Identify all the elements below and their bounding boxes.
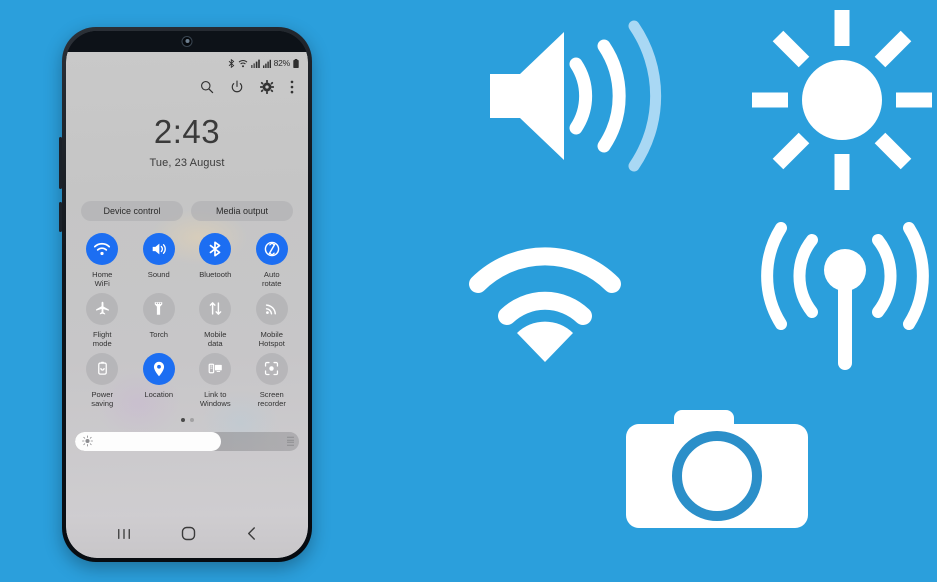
- tile-icon-wrap: [255, 352, 288, 385]
- tile-label: Home WiFi: [92, 270, 113, 289]
- tile-mobile-hotspot[interactable]: Mobile Hotspot: [244, 292, 301, 349]
- tile-label: Flight mode: [92, 329, 112, 349]
- tile-screen-recorder[interactable]: Screen recorder: [244, 352, 301, 409]
- page-dot-2[interactable]: [189, 417, 194, 422]
- tile-label: Torch: [149, 329, 169, 339]
- clock-block[interactable]: 2:43 Tue, 23 August: [66, 115, 308, 169]
- tile-icon-wrap: [255, 233, 288, 265]
- front-camera-icon: [181, 36, 193, 47]
- tile-icon-wrap: [199, 292, 232, 325]
- navigation-bar: [66, 515, 308, 558]
- tile-label: Bluetooth: [199, 270, 232, 279]
- battery-icon: [293, 58, 299, 68]
- airplane-icon: [95, 302, 109, 316]
- phone-bezel-top: [66, 31, 308, 52]
- home-circle-icon: [181, 526, 196, 541]
- data-arrows-icon: [209, 302, 222, 316]
- battery-percent-label: 82%: [273, 58, 291, 68]
- tile-home-wifi[interactable]: Home WiFi: [74, 233, 131, 289]
- tile-label: Sound: [147, 270, 170, 279]
- tile-icon-wrap: [199, 233, 232, 265]
- tile-sound[interactable]: Sound: [131, 233, 188, 289]
- clock-time: 2:43: [153, 113, 221, 150]
- quick-settings-panel: 82% 2:43 Tue, 23 August Device control M…: [66, 52, 308, 515]
- power-icon[interactable]: [230, 79, 244, 94]
- device-control-button[interactable]: Device control: [81, 201, 183, 221]
- tile-icon-wrap: [142, 352, 175, 385]
- tile-label: Location: [144, 389, 174, 399]
- tile-icon-wrap: [86, 352, 119, 385]
- auto-rotate-icon: [264, 241, 280, 257]
- mobile-signal-icon: [262, 59, 271, 68]
- panel-toolbar: [66, 70, 308, 98]
- tile-label: Auto rotate: [262, 270, 282, 289]
- brightness-slider[interactable]: [75, 431, 299, 451]
- quick-tiles-grid: Home WiFi Sound Bluetooth Auto rotate Fl…: [66, 221, 308, 409]
- tile-label: Link to Windows: [199, 389, 231, 409]
- sun-icon: [752, 10, 932, 190]
- location-pin-icon: [153, 361, 164, 377]
- recents-button[interactable]: [116, 527, 132, 541]
- bluetooth-icon: [228, 58, 234, 68]
- clock-date: Tue, 23 August: [149, 157, 225, 169]
- search-icon[interactable]: [200, 80, 214, 94]
- media-output-button[interactable]: Media output: [191, 201, 293, 221]
- tile-location[interactable]: Location: [131, 352, 188, 409]
- volume-icon: [490, 20, 662, 172]
- phone-screen: 82% 2:43 Tue, 23 August Device control M…: [66, 31, 308, 558]
- tile-label: Mobile data: [204, 329, 227, 349]
- tile-icon-wrap: [86, 233, 119, 265]
- phone-body: 82% 2:43 Tue, 23 August Device control M…: [66, 31, 308, 558]
- screen-record-icon: [265, 362, 279, 376]
- tile-flight-mode[interactable]: Flight mode: [74, 292, 131, 349]
- tile-icon-wrap: [255, 292, 288, 325]
- tile-icon-wrap: [142, 292, 175, 325]
- tile-icon-wrap: [142, 233, 175, 265]
- tile-link-to-windows[interactable]: Link to Windows: [187, 352, 244, 409]
- phone-power-button[interactable]: [59, 202, 62, 232]
- brightness-row: [66, 422, 308, 451]
- back-button[interactable]: [245, 526, 258, 541]
- tile-mobile-data[interactable]: Mobile data: [187, 292, 244, 349]
- tile-power-saving[interactable]: Power saving: [74, 352, 131, 409]
- camera-icon: [626, 410, 808, 528]
- tile-label: Mobile Hotspot: [258, 329, 285, 349]
- hotspot-icon: [266, 304, 277, 315]
- tile-label: Power saving: [91, 389, 114, 409]
- tile-icon-wrap: [199, 352, 232, 385]
- brightness-handle[interactable]: [287, 437, 294, 446]
- tile-icon-wrap: [86, 292, 119, 325]
- signal-bars-icon: [250, 59, 260, 68]
- back-chevron-icon: [247, 527, 255, 540]
- bluetooth-icon: [209, 241, 221, 257]
- brightness-sun-icon: [82, 435, 93, 447]
- wifi-icon: [94, 242, 111, 256]
- panel-pill-row: Device control Media output: [66, 201, 308, 221]
- recents-icon: [118, 528, 131, 539]
- brightness-fill: [75, 431, 221, 451]
- page-dot-1[interactable]: [180, 417, 185, 422]
- speaker-icon: [152, 243, 166, 255]
- phone-volume-button[interactable]: [59, 137, 62, 189]
- more-options-icon[interactable]: [290, 80, 294, 94]
- tile-label: Screen recorder: [257, 389, 286, 409]
- tile-torch[interactable]: Torch: [131, 292, 188, 349]
- wifi-icon: [469, 247, 621, 362]
- flashlight-icon: [155, 302, 163, 316]
- tile-auto-rotate[interactable]: Auto rotate: [244, 233, 301, 289]
- wifi-status-icon: [238, 59, 247, 67]
- phone-mockup: 82% 2:43 Tue, 23 August Device control M…: [59, 27, 312, 562]
- battery-leaf-icon: [97, 362, 107, 376]
- hotspot-icon: [761, 222, 929, 370]
- home-button[interactable]: [181, 526, 196, 541]
- windows-link-icon: [208, 364, 222, 374]
- tile-bluetooth[interactable]: Bluetooth: [187, 233, 244, 289]
- settings-gear-icon[interactable]: [260, 79, 274, 94]
- status-bar: 82%: [66, 52, 308, 70]
